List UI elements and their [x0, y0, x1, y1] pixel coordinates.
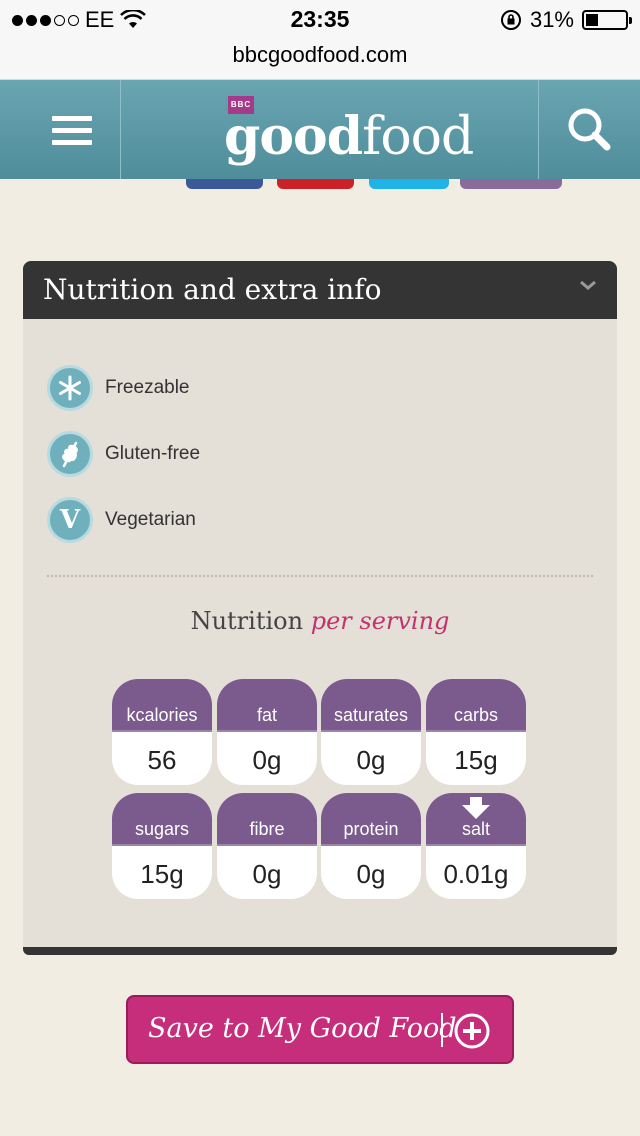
site-logo[interactable]: BBC goodfood: [224, 96, 474, 167]
divider: [441, 1013, 443, 1047]
tile-label: fibre: [217, 793, 317, 846]
tile-label: protein: [321, 793, 421, 846]
wheat-icon: [47, 431, 93, 477]
tile-label: carbs: [426, 679, 526, 732]
nutrition-tile-saturates: saturates 0g: [321, 679, 421, 785]
nutrition-panel-heading: Nutrition and extra info: [43, 273, 382, 306]
battery-level: [586, 14, 598, 26]
tile-label: fat: [217, 679, 317, 732]
nutrition-panel-toggle[interactable]: Nutrition and extra info: [23, 261, 617, 319]
attribute-label: Vegetarian: [105, 509, 196, 530]
attribute-label: Gluten-free: [105, 443, 201, 464]
tile-label: saturates: [321, 679, 421, 732]
tile-value: 0g: [252, 745, 282, 775]
twitter-share-button[interactable]: [369, 179, 449, 189]
nutrition-tile-sugars: sugars 15g: [112, 793, 212, 899]
save-to-my-good-food-button[interactable]: Save to My Good Food: [126, 995, 514, 1064]
battery-percent: 31%: [529, 7, 574, 32]
attribute-gluten-free: Gluten-free: [47, 430, 200, 478]
vegetarian-v-icon: V: [47, 497, 93, 543]
tile-value: 56: [147, 745, 177, 775]
email-share-button[interactable]: [460, 179, 562, 189]
hamburger-menu-icon: [52, 116, 92, 121]
nutrition-subtitle: per serving: [310, 607, 450, 635]
tile-value: 0.01g: [443, 859, 509, 889]
site-header: BBC goodfood: [0, 80, 640, 179]
nutrition-panel-body: Freezable Gluten-free V Vegetarian Nutri…: [23, 319, 617, 955]
nutrition-title: Nutrition per serving: [23, 607, 617, 635]
attribute-freezable: Freezable: [47, 364, 190, 412]
tile-label: sugars: [112, 793, 212, 846]
nutrition-tile-carbs: carbs 15g: [426, 679, 526, 785]
rotation-lock-icon: [500, 10, 521, 30]
nutrition-tile-fibre: fibre 0g: [217, 793, 317, 899]
pinterest-share-button[interactable]: [277, 179, 354, 189]
tile-value: 0g: [252, 859, 282, 889]
status-bar: EE 23:35 31%: [0, 0, 640, 40]
status-right: 31%: [500, 7, 632, 33]
battery-icon: [582, 10, 632, 30]
snowflake-icon: [47, 365, 93, 411]
nutrition-tile-fat: fat 0g: [217, 679, 317, 785]
search-icon: [568, 108, 611, 151]
tile-value: 15g: [454, 745, 498, 775]
nutrition-title-text: Nutrition: [190, 607, 304, 635]
facebook-share-button[interactable]: [186, 179, 263, 189]
tile-value: 15g: [140, 859, 184, 889]
attribute-vegetarian: V Vegetarian: [47, 496, 196, 544]
attribute-label: Freezable: [105, 377, 190, 398]
tile-value: 0g: [356, 745, 386, 775]
save-button-label: Save to My Good Food: [148, 1013, 457, 1044]
tile-label: kcalories: [112, 679, 212, 732]
address-bar[interactable]: bbcgoodfood.com: [0, 40, 640, 80]
logo-bold: good: [224, 106, 363, 167]
url-text[interactable]: bbcgoodfood.com: [233, 42, 408, 67]
plus-circle-icon: [454, 1013, 490, 1049]
menu-button[interactable]: [0, 80, 121, 179]
divider: [47, 575, 593, 577]
nutrition-tile-salt: salt 0.01g: [426, 793, 526, 899]
logo-wordmark: goodfood: [224, 106, 474, 167]
search-button[interactable]: [538, 80, 640, 179]
nutrition-tile-protein: protein 0g: [321, 793, 421, 899]
logo-light: food: [362, 107, 474, 167]
tile-value: 0g: [356, 859, 386, 889]
chevron-down-icon: [580, 280, 596, 290]
nutrition-tile-kcalories: kcalories 56: [112, 679, 212, 785]
low-arrow-down-icon: [462, 797, 490, 819]
